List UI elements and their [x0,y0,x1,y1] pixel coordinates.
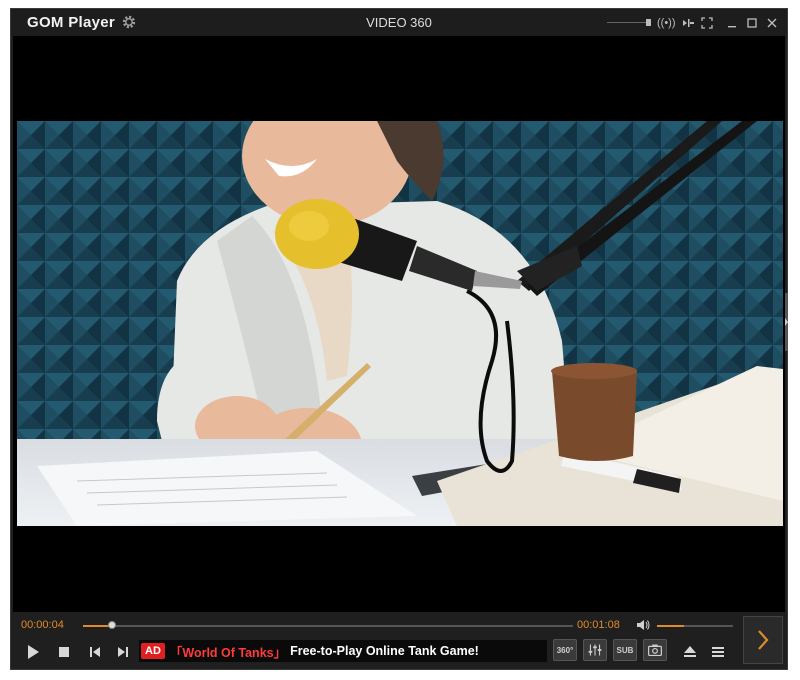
title-bar[interactable]: GOM Player VIDEO 360 ((•)) [11,9,787,36]
close-icon[interactable] [764,15,780,31]
stop-icon[interactable] [59,647,69,657]
video-area[interactable] [13,36,785,612]
next-icon[interactable] [117,646,129,658]
seek-bar-knob[interactable] [108,621,117,629]
ad-badge: AD [141,643,165,659]
ad-title: 「World Of Tanks」 [169,645,287,660]
maximize-icon[interactable] [744,15,760,31]
play-icon[interactable] [25,644,41,660]
titlebar-volume-slider[interactable] [607,22,651,23]
fullscreen-icon[interactable] [699,15,715,31]
chevron-right-icon [758,630,769,650]
volume-slider[interactable] [657,625,733,627]
screenshot-camera-icon[interactable] [643,639,667,661]
current-time: 00:00:04 [21,619,64,631]
control-bar: 00:00:04 00:01:08 AD 「World Of Tanks」 Fr… [11,612,787,669]
video-frame[interactable] [17,121,783,526]
equalizer-icon[interactable] [583,639,607,661]
ad-text: Free-to-Play Online Tank Game! [290,644,479,658]
ad-banner[interactable]: AD 「World Of Tanks」 Free-to-Play Online … [139,640,547,662]
volume-level [657,625,684,627]
audio-surround-icon[interactable]: ((•)) [657,15,676,31]
playlist-toggle-button[interactable] [743,616,783,664]
side-panel-handle[interactable] [785,293,788,351]
previous-icon[interactable] [89,646,101,658]
subtitle-button[interactable]: SUB [613,639,637,661]
player-window: GOM Player VIDEO 360 ((•)) 00:00:04 00:0… [10,8,788,670]
menu-icon[interactable] [711,645,725,659]
titlebar-volume-knob[interactable] [646,19,651,26]
total-time: 00:01:08 [577,619,620,631]
vr360-button[interactable]: 360° [553,639,577,661]
output-icon[interactable] [680,15,696,31]
seek-bar[interactable] [83,621,573,629]
minimize-icon[interactable] [724,15,740,31]
eject-open-icon[interactable] [683,645,697,659]
volume-icon[interactable] [635,618,651,632]
